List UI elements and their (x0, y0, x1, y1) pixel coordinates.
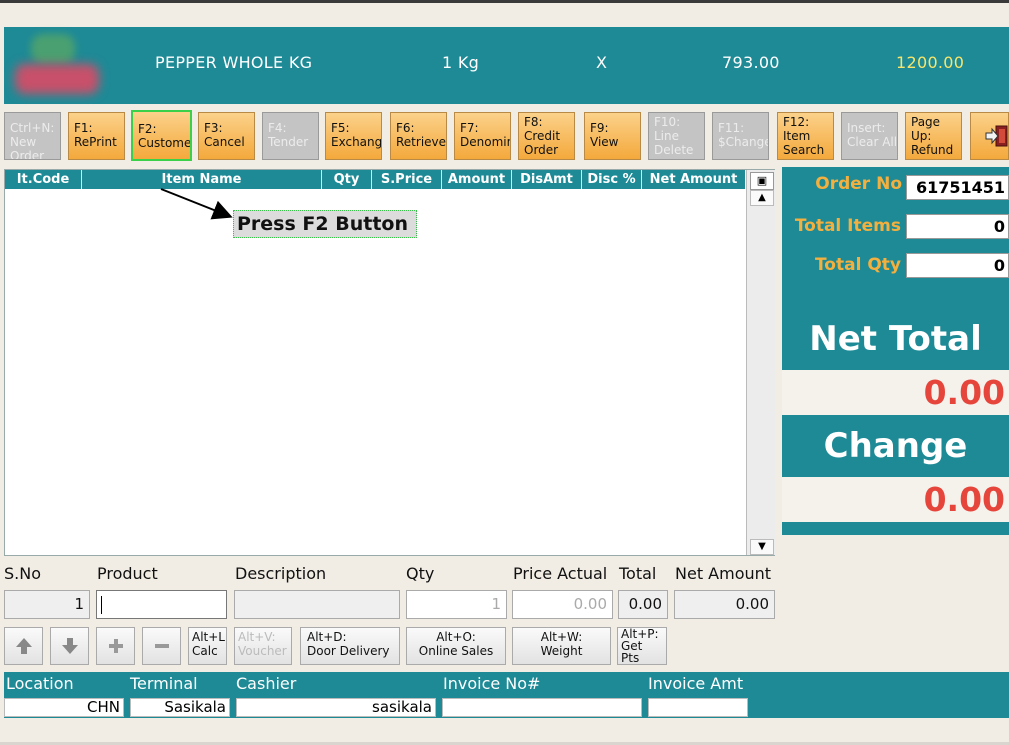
total-label: Total (619, 564, 657, 583)
retrieve-button[interactable]: F6: Retrieve (390, 112, 447, 160)
product-label: Product (97, 564, 158, 583)
view-button[interactable]: F9: View (584, 112, 641, 160)
total-items-label: Total Items (794, 216, 901, 236)
header-total: 1200.00 (896, 53, 965, 72)
header-price: 793.00 (722, 53, 780, 72)
press-f2-annotation: Press F2 Button (233, 210, 417, 238)
customer-button[interactable]: F2: Customer (131, 110, 192, 161)
online-sales-button[interactable]: Alt+O: Online Sales (406, 627, 506, 665)
reprint-button[interactable]: F1: RePrint (68, 112, 125, 160)
col-qty: Qty (322, 170, 372, 189)
store-logo (9, 30, 101, 100)
arrow-down-icon (62, 638, 78, 654)
status-footer: Location Terminal Cashier Invoice No# In… (4, 672, 1009, 718)
decrease-qty-button[interactable] (142, 627, 181, 665)
invoice-no-value (442, 698, 642, 717)
clear-all-button[interactable]: Insert: Clear All (841, 112, 898, 160)
net-amount-label: Net Amount (675, 564, 772, 583)
cashier-value: sasikala (236, 698, 436, 717)
plus-icon (109, 639, 123, 653)
grid-header: It.Code Item Name Qty S.Price Amount Dis… (5, 170, 745, 189)
product-header: PEPPER WHOLE KG 1 Kg X 793.00 1200.00 (4, 27, 1009, 104)
cashier-label: Cashier (236, 674, 297, 693)
price-actual-label: Price Actual (513, 564, 608, 583)
description-label: Description (235, 564, 327, 583)
exit-button[interactable] (970, 112, 1009, 160)
scroll-down-icon[interactable]: ▼ (750, 539, 774, 555)
terminal-label: Terminal (130, 674, 198, 693)
move-up-button[interactable] (4, 627, 43, 665)
sno-label: S.No (4, 564, 41, 583)
location-value: CHN (4, 698, 124, 717)
weight-button[interactable]: Alt+W: Weight (512, 627, 611, 665)
annotation-arrow (160, 188, 233, 220)
get-points-button[interactable]: Alt+P: Get Pts (617, 627, 667, 665)
qty-label: Qty (406, 564, 435, 583)
header-product-name: PEPPER WHOLE KG (155, 53, 313, 72)
scroll-up-icon[interactable]: ▲ (750, 190, 774, 206)
qty-field[interactable]: 1 (406, 590, 507, 619)
window-top-border (0, 0, 1009, 3)
invoice-amt-label: Invoice Amt (648, 674, 744, 693)
net-amount-field: 0.00 (674, 590, 775, 619)
calc-button[interactable]: Alt+L: Calc (188, 627, 227, 665)
door-delivery-button[interactable]: Alt+D: Door Delivery (300, 627, 400, 665)
order-no-field: 61751451 (906, 175, 1009, 200)
credit-order-button[interactable]: F8: Credit Order (518, 112, 575, 160)
col-net-amount: Net Amount (649, 172, 738, 187)
col-disc-pct: Disc % (582, 170, 642, 189)
denomination-button[interactable]: F7: Denomination (454, 112, 511, 160)
sno-field[interactable]: 1 (4, 590, 90, 619)
invoice-no-label: Invoice No# (443, 674, 541, 693)
order-no-label: Order No (815, 174, 902, 194)
minus-icon (155, 644, 169, 648)
price-actual-field[interactable]: 0.00 (512, 590, 613, 619)
grid-scrollbar[interactable]: ▣ ▲ ▼ (746, 170, 775, 555)
item-search-button[interactable]: F12: Item Search (777, 112, 834, 160)
net-total-label: Net Total (809, 319, 982, 359)
exchange-button[interactable]: F5: Exchange (325, 112, 382, 160)
tender-button[interactable]: F4: Tender (262, 112, 319, 160)
total-qty-label: Total Qty (814, 255, 901, 275)
description-field[interactable] (234, 590, 400, 619)
total-qty-field: 0 (906, 253, 1009, 278)
header-quantity: 1 Kg (442, 53, 480, 72)
move-down-button[interactable] (50, 627, 89, 665)
column-chooser-icon[interactable]: ▣ (750, 172, 774, 190)
terminal-value: Sasikala (130, 698, 230, 717)
col-amount: Amount (442, 170, 512, 189)
header-multiply: X (596, 53, 608, 72)
new-order-button[interactable]: Ctrl+N: New Order (4, 112, 61, 160)
net-total-value: 0.00 (782, 370, 1009, 415)
summary-panel: Order No 61751451 Total Items 0 Total Qt… (782, 167, 1009, 535)
location-label: Location (6, 674, 74, 693)
total-field: 0.00 (618, 590, 668, 619)
change-value: 0.00 (782, 477, 1009, 522)
change-label: Change (823, 426, 968, 466)
product-input[interactable] (96, 590, 227, 619)
arrow-up-icon (16, 638, 32, 654)
cancel-button[interactable]: F3: Cancel (198, 112, 255, 160)
exit-icon (985, 125, 1008, 147)
voucher-button[interactable]: Alt+V: Voucher (234, 627, 292, 665)
increase-qty-button[interactable] (96, 627, 135, 665)
change-button[interactable]: F11: $Change (712, 112, 769, 160)
col-item-code: It.Code (5, 170, 82, 189)
total-items-field: 0 (906, 214, 1009, 239)
invoice-amt-value (648, 698, 748, 717)
line-delete-button[interactable]: F10: Line Delete (648, 112, 705, 160)
col-disamt: DisAmt (512, 170, 582, 189)
refund-button[interactable]: Page Up: Refund (905, 112, 962, 160)
col-sprice: S.Price (372, 170, 442, 189)
